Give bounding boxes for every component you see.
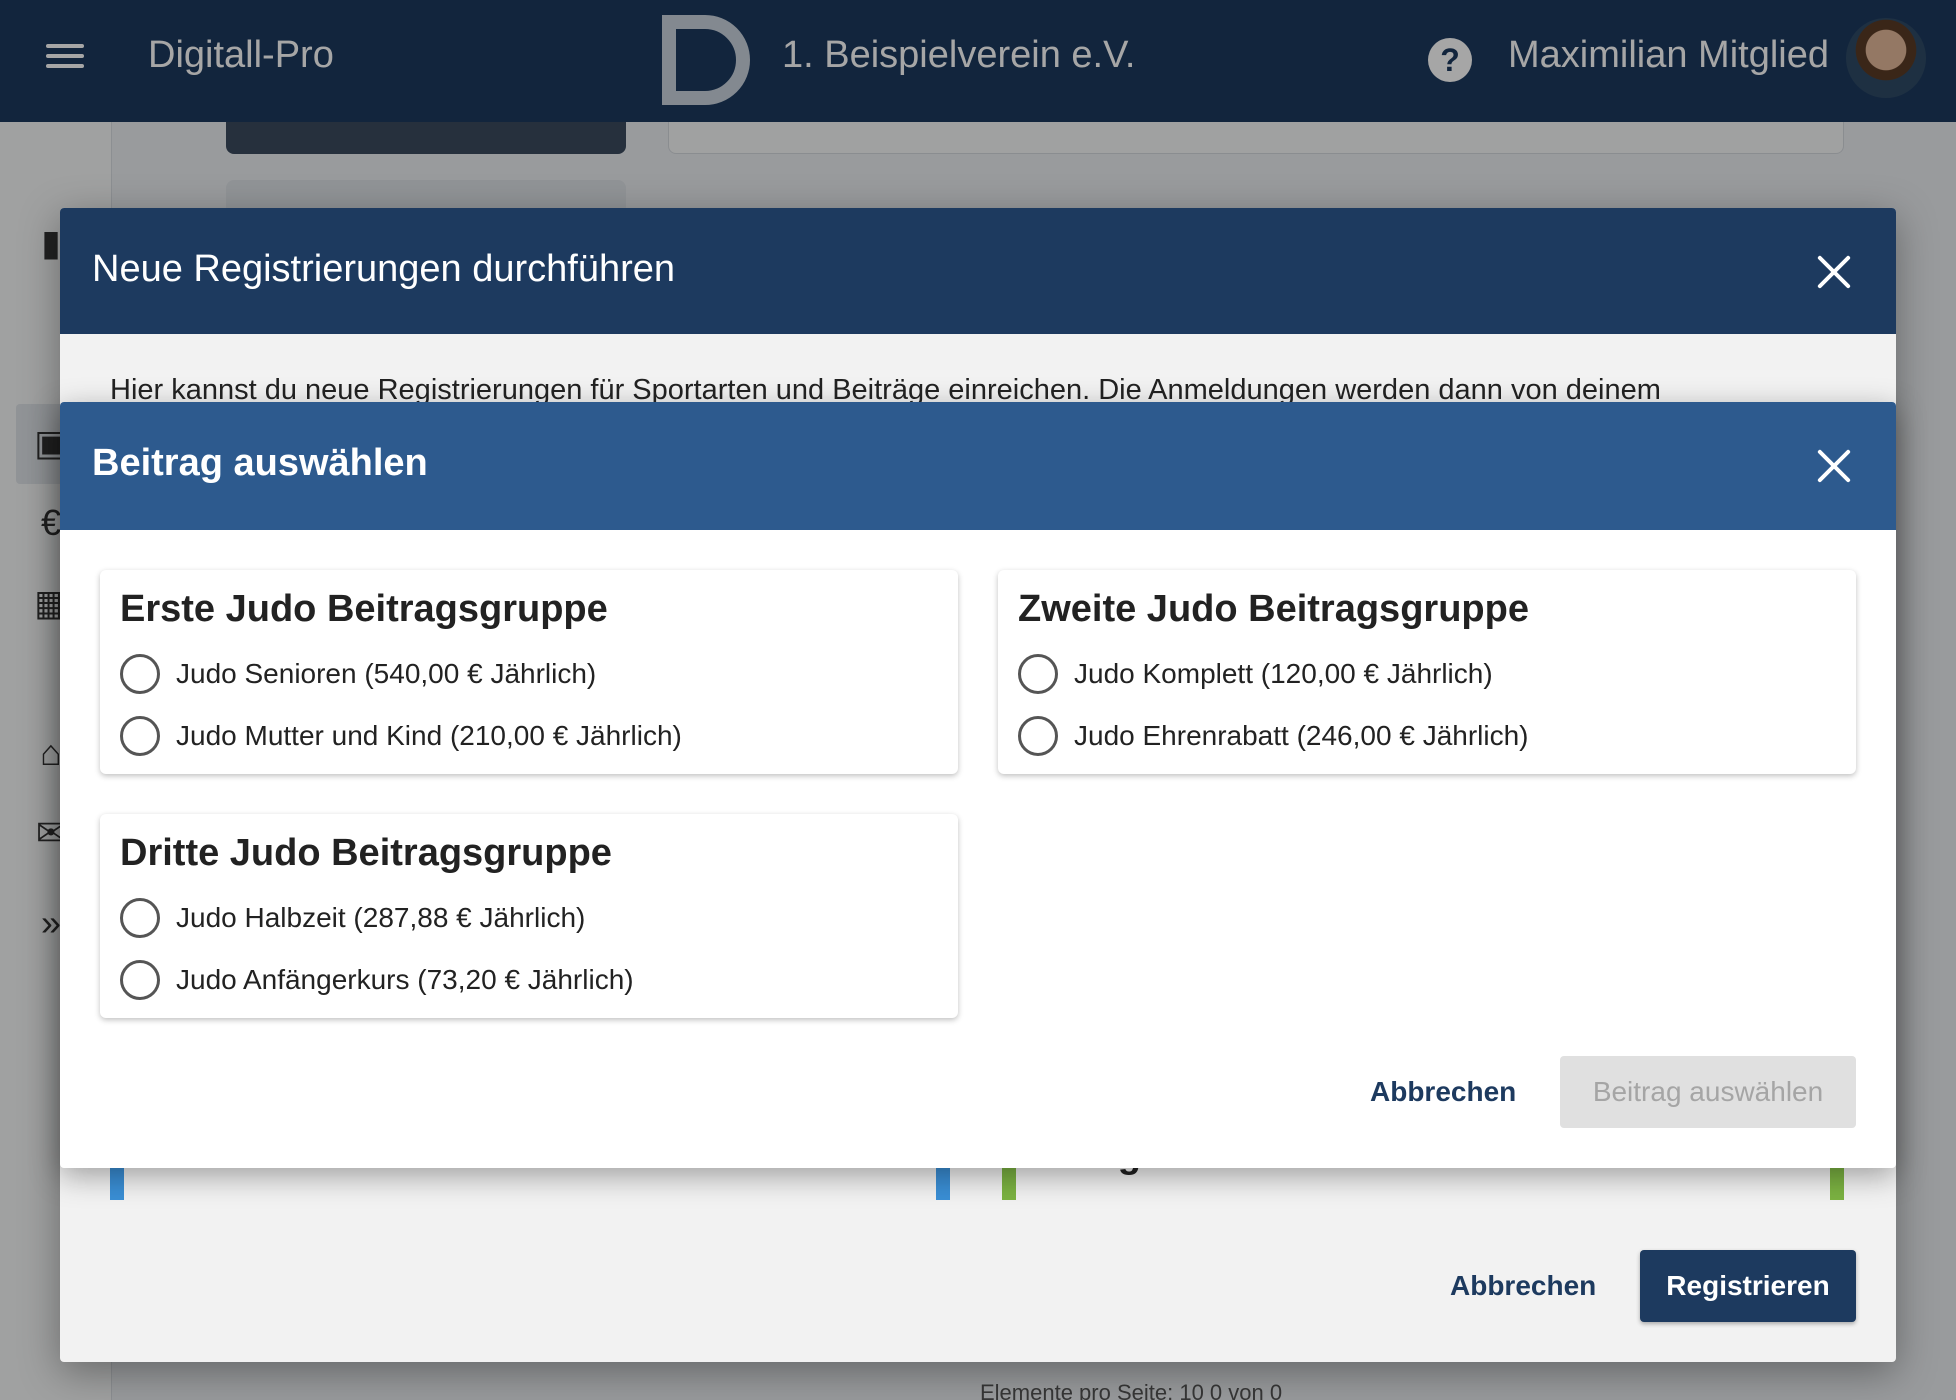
cancel-button[interactable]: Abbrechen xyxy=(1450,1250,1596,1322)
fee-group-card: Dritte Judo Beitragsgruppe Judo Halbzeit… xyxy=(100,814,958,1018)
fee-option-label[interactable]: Judo Ehrenrabatt (246,00 € Jährlich) xyxy=(1074,720,1529,752)
fee-option-label[interactable]: Judo Anfängerkurs (73,20 € Jährlich) xyxy=(176,964,634,996)
fee-group-title: Zweite Judo Beitragsgruppe xyxy=(1018,588,1529,630)
register-button[interactable]: Registrieren xyxy=(1640,1250,1856,1322)
fee-option[interactable]: Judo Komplett (120,00 € Jährlich) xyxy=(1018,652,1493,696)
fee-option[interactable]: Judo Halbzeit (287,88 € Jährlich) xyxy=(120,896,585,940)
fee-option-label[interactable]: Judo Mutter und Kind (210,00 € Jährlich) xyxy=(176,720,682,752)
radio-button[interactable] xyxy=(1018,716,1058,756)
fee-option[interactable]: Judo Anfängerkurs (73,20 € Jährlich) xyxy=(120,958,634,1002)
fee-option[interactable]: Judo Senioren (540,00 € Jährlich) xyxy=(120,652,596,696)
radio-button[interactable] xyxy=(120,960,160,1000)
radio-button[interactable] xyxy=(120,716,160,756)
radio-button[interactable] xyxy=(120,654,160,694)
select-fee-button: Beitrag auswählen xyxy=(1560,1056,1856,1128)
radio-button[interactable] xyxy=(120,898,160,938)
close-icon[interactable] xyxy=(1814,446,1854,486)
fee-option-label[interactable]: Judo Komplett (120,00 € Jährlich) xyxy=(1074,658,1493,690)
select-fee-dialog-title: Beitrag auswählen xyxy=(92,442,428,484)
fee-option-label[interactable]: Judo Halbzeit (287,88 € Jährlich) xyxy=(176,902,585,934)
fee-group-card: Erste Judo Beitragsgruppe Judo Senioren … xyxy=(100,570,958,774)
registration-dialog-title: Neue Registrierungen durchführen xyxy=(92,248,676,290)
fee-group-title: Dritte Judo Beitragsgruppe xyxy=(120,832,612,874)
select-fee-dialog: Beitrag auswählen Erste Judo Beitragsgru… xyxy=(60,402,1896,1168)
fee-group-card: Zweite Judo Beitragsgruppe Judo Komplett… xyxy=(998,570,1856,774)
radio-button[interactable] xyxy=(1018,654,1058,694)
cancel-button[interactable]: Abbrechen xyxy=(1370,1056,1516,1128)
fee-group-title: Erste Judo Beitragsgruppe xyxy=(120,588,608,630)
fee-option[interactable]: Judo Mutter und Kind (210,00 € Jährlich) xyxy=(120,714,682,758)
select-fee-dialog-header: Beitrag auswählen xyxy=(60,402,1896,530)
fee-option-label[interactable]: Judo Senioren (540,00 € Jährlich) xyxy=(176,658,596,690)
registration-dialog-header: Neue Registrierungen durchführen xyxy=(60,208,1896,334)
fee-option[interactable]: Judo Ehrenrabatt (246,00 € Jährlich) xyxy=(1018,714,1529,758)
close-icon[interactable] xyxy=(1814,252,1854,292)
